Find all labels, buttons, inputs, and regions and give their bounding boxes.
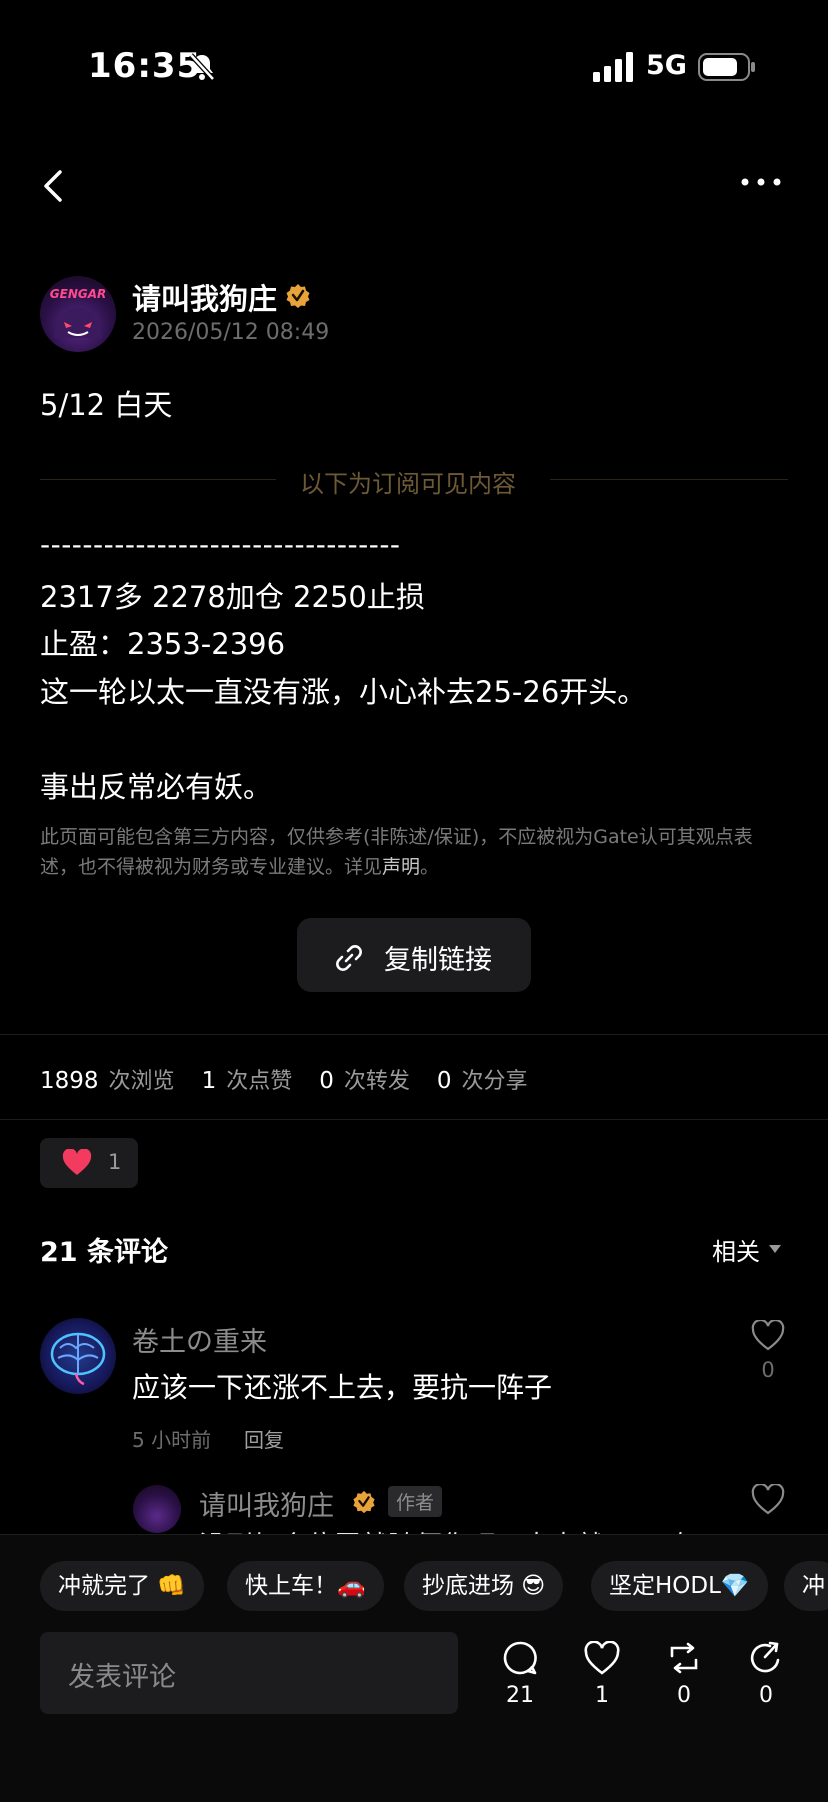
separator xyxy=(0,1119,828,1120)
battery-icon xyxy=(698,53,755,81)
status-time: 16:35 xyxy=(88,46,202,86)
verified-badge-icon xyxy=(286,284,310,308)
author-name[interactable]: 请叫我狗庄 xyxy=(132,276,277,318)
post-dashes: ---------------------------------- xyxy=(40,528,401,561)
reply-button[interactable]: 回复 xyxy=(244,1424,284,1453)
link-icon xyxy=(336,945,362,971)
share-icon[interactable] xyxy=(748,1640,784,1676)
quick-reply-chip[interactable]: 抄底进场 😎 xyxy=(404,1561,564,1611)
reaction-count: 1 xyxy=(108,1150,122,1174)
bell-muted-icon xyxy=(189,53,215,81)
post-title: 5/12 白天 xyxy=(40,388,173,422)
quick-reply-chip[interactable]: 坚定HODL💎 xyxy=(591,1561,768,1611)
quick-reply-chip[interactable]: 冲就完了 👊 xyxy=(40,1561,204,1611)
gengar-logo: GENGAR xyxy=(50,287,106,338)
comment-icon[interactable] xyxy=(502,1640,538,1676)
post-line: 事出反常必有妖。 xyxy=(40,770,273,804)
like-icon[interactable] xyxy=(584,1641,620,1677)
post-line: 止盈：2353-2396 xyxy=(40,627,286,661)
divider-left xyxy=(40,479,276,480)
comments-title: 21 条评论 xyxy=(40,1237,168,1268)
sort-dropdown[interactable]: 相关 xyxy=(712,1232,760,1267)
cellular-signal-icon xyxy=(593,52,633,82)
commenter-name[interactable]: 卷土の重来 xyxy=(132,1320,267,1359)
reposts-count: 0 xyxy=(319,1068,334,1094)
shares-count: 0 xyxy=(436,1068,452,1094)
post-date: 2026/05/12 08:49 xyxy=(132,320,330,345)
svg-text:GENGAR: GENGAR xyxy=(50,287,106,301)
reposts-label: 次转发 xyxy=(343,1069,410,1094)
post-stats: 1898 次浏览 1 次点赞 0 次转发 0 次分享 xyxy=(40,1063,528,1095)
author-tag: 作者 xyxy=(388,1486,443,1517)
disclaimer: 此页面可能包含第三方内容，仅供参考(非陈述/保证)，不应被视为Gate认可其观点… xyxy=(40,822,788,882)
views-label: 次浏览 xyxy=(108,1069,175,1094)
heart-outline-icon[interactable] xyxy=(751,1484,785,1516)
heart-outline-icon[interactable] xyxy=(751,1320,785,1352)
quick-reply-chip[interactable]: 快上车！🚗 xyxy=(227,1561,384,1611)
likes-count: 1 xyxy=(201,1068,217,1094)
share-count: 0 xyxy=(759,1683,773,1708)
repost-count: 0 xyxy=(677,1683,691,1708)
network-type: 5G xyxy=(646,50,687,81)
comment-input-placeholder[interactable]: 发表评论 xyxy=(68,1655,176,1694)
comment-like-count: 0 xyxy=(761,1358,775,1382)
like-count: 1 xyxy=(595,1683,609,1708)
views-count: 1898 xyxy=(40,1068,99,1094)
disclaimer-link[interactable]: 声明 xyxy=(382,856,420,878)
author-avatar[interactable]: GENGAR xyxy=(40,276,116,352)
reply-avatar[interactable] xyxy=(133,1485,181,1533)
reply-author-name[interactable]: 请叫我狗庄 xyxy=(199,1484,334,1523)
likes-label: 次点赞 xyxy=(226,1069,293,1094)
comment-text: 应该一下还涨不上去，要抗一阵子 xyxy=(132,1371,553,1404)
brain-image xyxy=(50,1332,106,1386)
commenter-avatar[interactable] xyxy=(40,1318,116,1394)
comment-count: 21 xyxy=(506,1683,534,1708)
subscriber-divider-label: 以下为订阅可见内容 xyxy=(300,470,516,498)
quick-reply-chip[interactable]: 冲 xyxy=(784,1561,828,1611)
post-line: 这一轮以太一直没有涨，小心补去25-26开头。 xyxy=(40,675,647,709)
shares-label: 次分享 xyxy=(461,1069,528,1094)
back-icon[interactable] xyxy=(40,168,68,204)
separator xyxy=(0,1034,828,1035)
caret-down-icon[interactable] xyxy=(768,1244,782,1254)
post-line: 2317多 2278加仓 2250止损 xyxy=(40,580,425,614)
disclaimer-end: 。 xyxy=(420,856,440,878)
repost-icon[interactable] xyxy=(666,1640,702,1676)
divider-right xyxy=(550,479,788,480)
heart-filled-icon xyxy=(62,1149,92,1175)
copy-link-label[interactable]: 复制链接 xyxy=(384,938,492,977)
comment-time: 5 小时前 xyxy=(132,1428,212,1452)
more-icon[interactable] xyxy=(740,175,782,189)
verified-badge-icon xyxy=(353,1490,375,1514)
